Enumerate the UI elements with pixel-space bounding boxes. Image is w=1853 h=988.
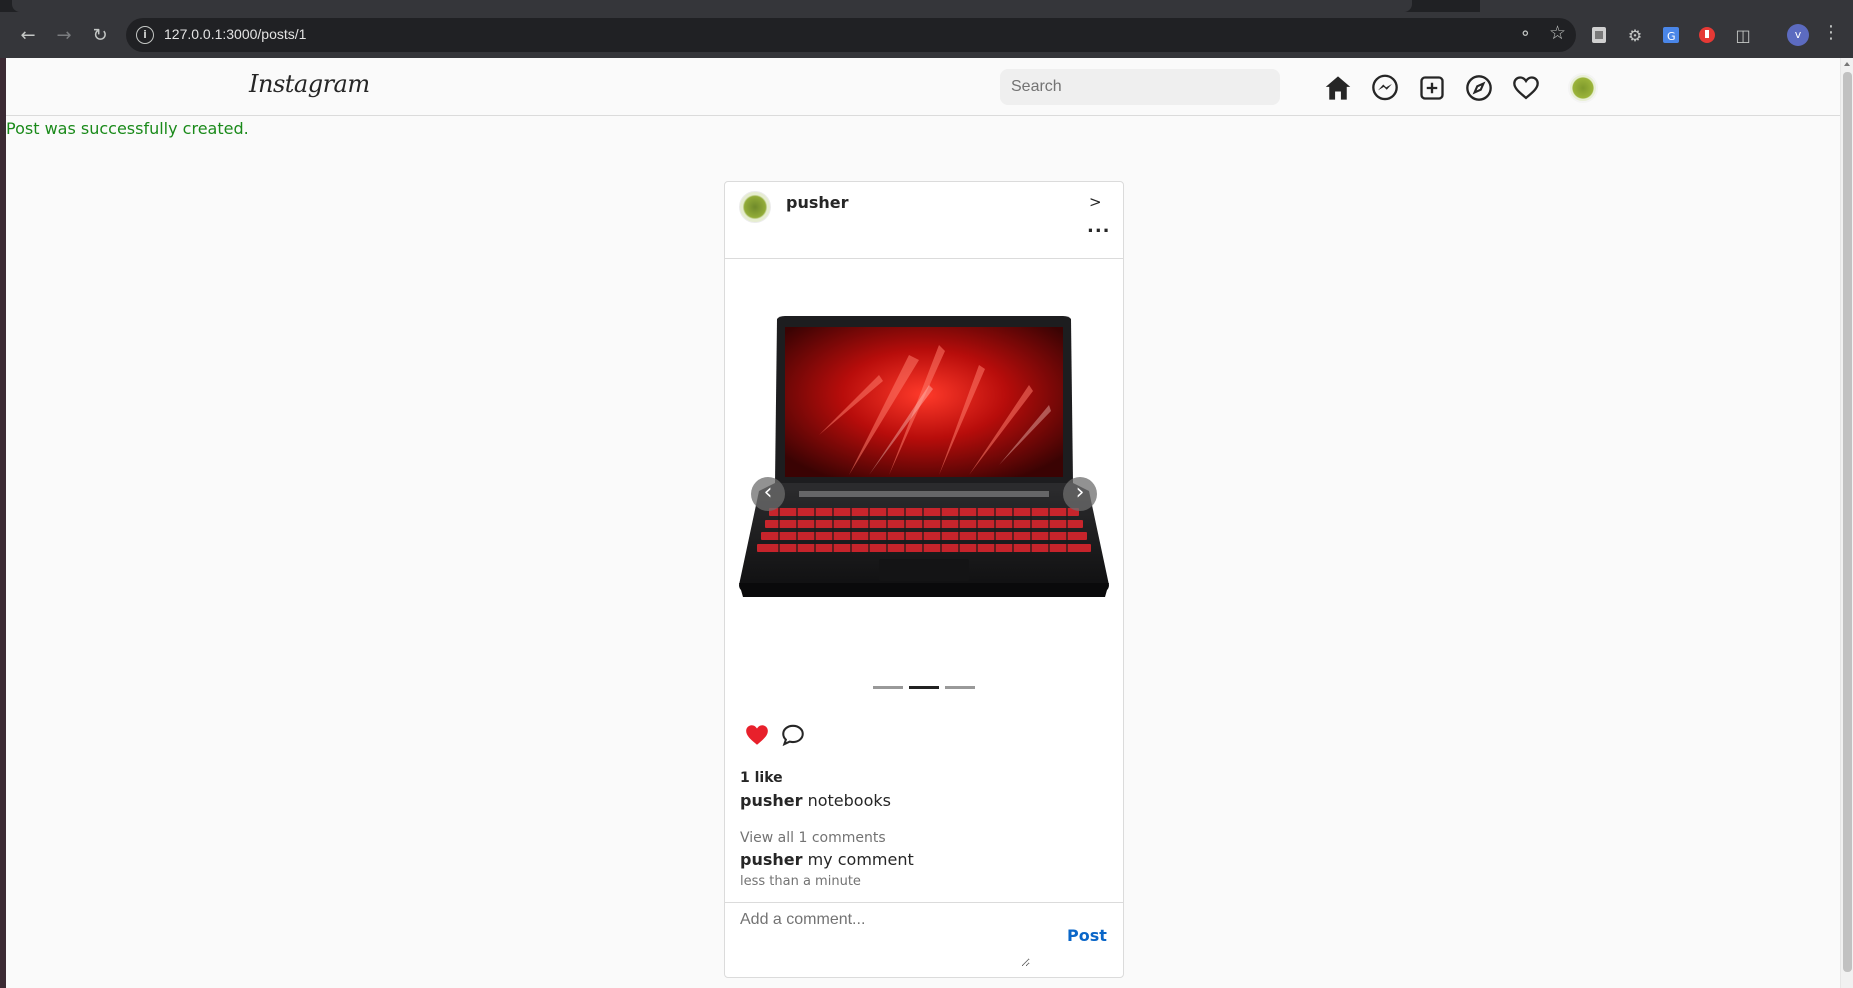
reload-icon[interactable]: ↻ — [86, 21, 114, 49]
post-media-carousel: ‹ › — [725, 260, 1123, 695]
post-author-avatar[interactable] — [739, 191, 771, 223]
extension-gear-icon[interactable]: ⚙ — [1622, 22, 1648, 48]
translate-icon[interactable]: G — [1658, 22, 1684, 48]
profile-avatar[interactable]: v — [1787, 24, 1809, 46]
page: Instagram Post was successfully created.… — [6, 58, 1840, 988]
comment-icon[interactable] — [779, 722, 807, 748]
url-text[interactable]: 127.0.0.1:3000/posts/1 — [164, 26, 306, 42]
caption-text: notebooks — [807, 791, 891, 810]
comment-item: pusher my comment — [740, 850, 914, 869]
messenger-icon[interactable] — [1371, 74, 1399, 102]
active-tab[interactable] — [12, 0, 1412, 12]
success-notice: Post was successfully created. — [6, 119, 249, 138]
view-all-comments-link[interactable]: View all 1 comments — [740, 830, 886, 846]
post-comment-button[interactable]: Post — [1067, 926, 1107, 945]
bookmark-star-icon[interactable]: ☆ — [1549, 22, 1566, 44]
carousel-next-button[interactable]: › — [1063, 477, 1097, 511]
browser-toolbar: ← → ↻ i 127.0.0.1:3000/posts/1 ⚬ ☆ — [0, 12, 1853, 58]
forward-icon[interactable]: → — [50, 21, 78, 49]
carousel-indicator-2[interactable] — [909, 686, 939, 689]
adblock-icon[interactable] — [1694, 22, 1720, 48]
activity-heart-icon[interactable] — [1512, 74, 1540, 102]
scroll-up-arrow-icon[interactable] — [1844, 62, 1850, 66]
post-caption: pusher notebooks — [740, 791, 891, 810]
tab-strip — [0, 0, 1853, 12]
back-icon[interactable]: ← — [14, 21, 42, 49]
key-icon[interactable]: ⚬ — [1519, 24, 1532, 43]
browser-menu-icon[interactable]: ⋮ — [1822, 22, 1840, 43]
page-scrollbar[interactable] — [1840, 58, 1853, 988]
like-heart-icon[interactable] — [743, 722, 771, 748]
more-options-button[interactable]: ... — [1087, 216, 1111, 237]
new-post-icon[interactable] — [1418, 74, 1446, 102]
carousel-indicators — [873, 686, 981, 690]
svg-text:G: G — [1667, 30, 1676, 43]
inactive-tab[interactable] — [1480, 0, 1853, 12]
carousel-indicator-3[interactable] — [945, 686, 975, 689]
address-bar[interactable]: i 127.0.0.1:3000/posts/1 ⚬ ☆ — [126, 18, 1576, 52]
post-author-username[interactable]: pusher — [786, 193, 849, 212]
scrollbar-thumb[interactable] — [1843, 72, 1852, 972]
top-navbar: Instagram — [6, 58, 1840, 116]
next-post-link[interactable]: > — [1089, 193, 1102, 211]
add-comment-form: Post — [725, 902, 1123, 977]
instagram-logo[interactable]: Instagram — [249, 70, 370, 98]
explore-compass-icon[interactable] — [1465, 74, 1493, 102]
post-timestamp: less than a minute — [740, 874, 861, 889]
site-info-icon[interactable]: i — [136, 26, 154, 44]
carousel-prev-button[interactable]: ‹ — [751, 477, 785, 511]
comment-input[interactable] — [740, 911, 1030, 967]
user-avatar[interactable] — [1568, 73, 1598, 103]
laptop-image — [739, 316, 1109, 597]
extension-page-icon[interactable] — [1586, 22, 1612, 48]
extensions-puzzle-icon[interactable]: ◫ — [1730, 22, 1756, 48]
search-input[interactable] — [1000, 69, 1280, 105]
comment-username[interactable]: pusher — [740, 850, 803, 869]
comment-text: my comment — [807, 850, 914, 869]
caption-username[interactable]: pusher — [740, 791, 803, 810]
post-header: pusher > ... — [725, 182, 1123, 259]
likes-count[interactable]: 1 like — [740, 770, 783, 786]
home-icon[interactable] — [1324, 74, 1352, 102]
carousel-indicator-1[interactable] — [873, 686, 903, 689]
post-card: pusher > ... ‹ › 1 like pusher notebooks… — [724, 181, 1124, 978]
